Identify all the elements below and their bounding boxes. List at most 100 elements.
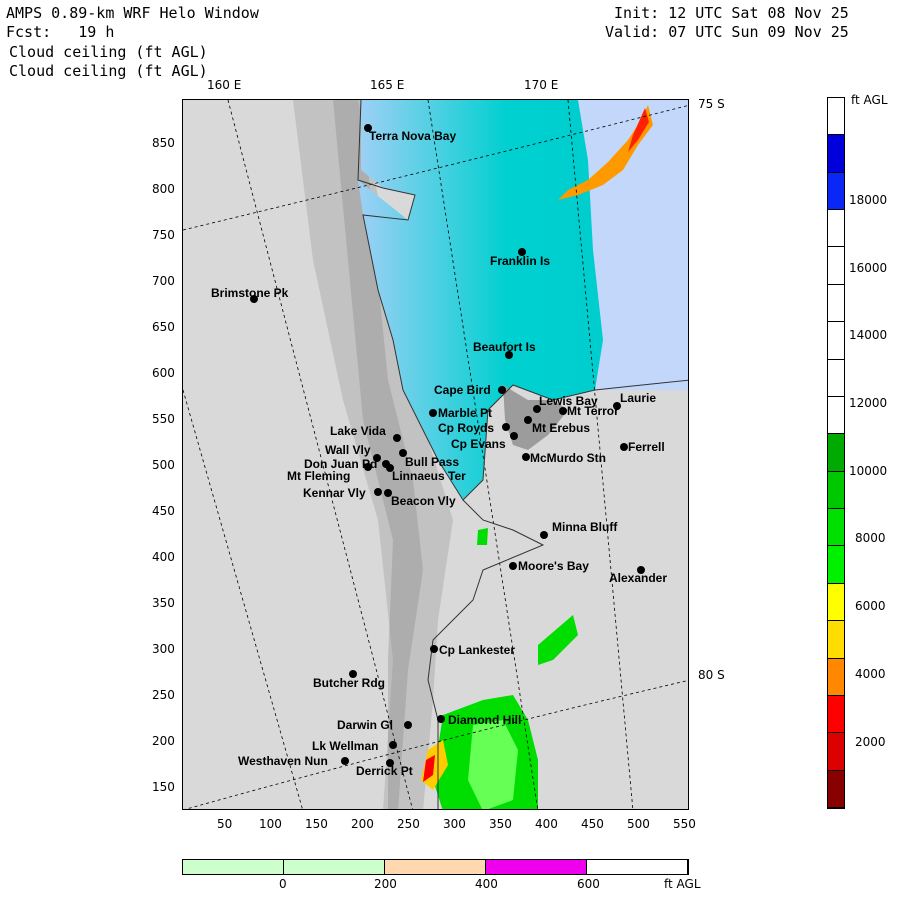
place-marker (540, 531, 548, 539)
place-label-ferrell: Ferrell (628, 440, 665, 454)
x-tick: 450 (581, 817, 604, 831)
colorbar-label: 16000 (849, 261, 888, 275)
place-label-mt-erebus: Mt Erebus (532, 421, 591, 435)
y-tick: 450 (152, 504, 175, 518)
place-label-alexander: Alexander (609, 571, 668, 585)
place-marker (620, 443, 628, 451)
place-label-beaufort-is: Beaufort Is (473, 340, 536, 354)
colorbar-segment (828, 546, 844, 584)
colorbar-label: 2000 (855, 735, 886, 749)
place-label-bull-pass: Bull Pass (405, 455, 460, 469)
place-label-franklin-is: Franklin Is (490, 254, 551, 268)
field-label-2: Cloud ceiling (ft AGL) (9, 62, 208, 80)
y-tick: 350 (152, 596, 175, 610)
cloud-patch-small (477, 528, 488, 545)
place-label-brimstone-pk: Brimstone Pk (211, 286, 289, 300)
colorbar-segment (828, 210, 844, 248)
colorbar-label: 14000 (849, 328, 888, 342)
place-marker (437, 715, 445, 723)
x-tick: 200 (351, 817, 374, 831)
colorbar-segment (828, 770, 844, 808)
place-label-marble-pt: Marble Pt (438, 406, 493, 420)
place-label-diamond-hill: Diamond Hill (448, 713, 522, 727)
place-marker (393, 434, 401, 442)
init-time: Init: 12 UTC Sat 08 Nov 25 (614, 4, 849, 22)
colorbar-segment (828, 509, 844, 547)
y-tick: 300 (152, 642, 175, 656)
place-label-butcher-rdg: Butcher Rdg (313, 676, 385, 690)
x-tick: 400 (535, 817, 558, 831)
place-label-lake-vida: Lake Vida (330, 424, 386, 438)
place-label-mt-terror: Mt Terror (567, 404, 619, 418)
field-label-1: Cloud ceiling (ft AGL) (9, 43, 208, 61)
y-tick: 600 (152, 366, 175, 380)
x-tick: 100 (259, 817, 282, 831)
valid-time: Valid: 07 UTC Sun 09 Nov 25 (605, 23, 849, 41)
y-tick: 800 (152, 182, 175, 196)
colorbar-segment (828, 98, 844, 136)
lat-label-75: 75 S (698, 97, 725, 111)
colorbar-segment (828, 396, 844, 435)
place-label-cp-lankester: Cp Lankester (439, 643, 516, 657)
place-marker (510, 432, 518, 440)
place-marker (364, 463, 372, 471)
forecast-hour: Fcst: 19 h (6, 23, 115, 41)
terrain-colorbar (182, 859, 689, 875)
terrain-bar-unit: ft AGL (664, 877, 701, 891)
terrain-bar-segment (385, 860, 486, 874)
place-label-darwin-gl: Darwin Gl (337, 718, 394, 732)
colorbar-label: 8000 (855, 531, 886, 545)
y-tick: 150 (152, 780, 175, 794)
colorbar-segment (828, 583, 844, 622)
lon-label-170: 170 E (524, 78, 559, 92)
y-tick: 650 (152, 320, 175, 334)
place-label-beacon-vly: Beacon Vly (391, 494, 456, 508)
place-marker (524, 416, 532, 424)
y-tick: 700 (152, 274, 175, 288)
place-label-minna-bluff: Minna Bluff (552, 520, 618, 534)
x-tick: 250 (397, 817, 420, 831)
y-tick: 250 (152, 688, 175, 702)
colorbar-segment (828, 284, 844, 323)
terrain-bar-segment (183, 860, 284, 874)
colorbar-segment (828, 434, 844, 472)
place-marker (498, 386, 506, 394)
colorbar (827, 97, 845, 809)
place-marker (430, 645, 438, 653)
place-marker (341, 757, 349, 765)
colorbar-segment (828, 471, 844, 510)
place-label-mcmurdo-stn: McMurdo Stn (530, 451, 606, 465)
terrain-bar-label: 0 (279, 877, 287, 891)
place-label-terra-nova-bay: Terra Nova Bay (369, 129, 457, 143)
colorbar-label: 18000 (849, 193, 888, 207)
lon-label-160: 160 E (207, 78, 242, 92)
terrain-bar-segment (486, 860, 587, 874)
colorbar-label: 12000 (849, 396, 888, 410)
colorbar-unit: ft AGL (851, 93, 888, 107)
colorbar-segment (828, 322, 844, 360)
colorbar-segment (828, 359, 844, 397)
x-tick: 300 (443, 817, 466, 831)
place-marker (429, 409, 437, 417)
place-label-laurie: Laurie (620, 391, 657, 405)
colorbar-segment (828, 658, 844, 696)
place-label-lk-wellman: Lk Wellman (312, 739, 379, 753)
y-tick: 500 (152, 458, 175, 472)
place-label-cp-evans: Cp Evans (451, 437, 506, 451)
terrain-bar-label: 400 (475, 877, 498, 891)
lon-label-165: 165 E (370, 78, 405, 92)
place-marker (559, 407, 567, 415)
colorbar-label: 6000 (855, 599, 886, 613)
place-marker (404, 721, 412, 729)
colorbar-segment (828, 695, 844, 734)
y-tick: 400 (152, 550, 175, 564)
x-tick: 350 (489, 817, 512, 831)
terrain-bar-label: 600 (577, 877, 600, 891)
place-label-cape-bird: Cape Bird (434, 383, 491, 397)
place-label-linnaeus-ter: Linnaeus Ter (392, 469, 466, 483)
place-label-moores-bay: Moore's Bay (518, 559, 589, 573)
colorbar-segment (828, 733, 844, 771)
place-label-wall-vly: Wall Vly (325, 443, 371, 457)
terrain-bar-segment (587, 860, 688, 874)
map-title: AMPS 0.89-km WRF Helo Window (6, 4, 259, 22)
